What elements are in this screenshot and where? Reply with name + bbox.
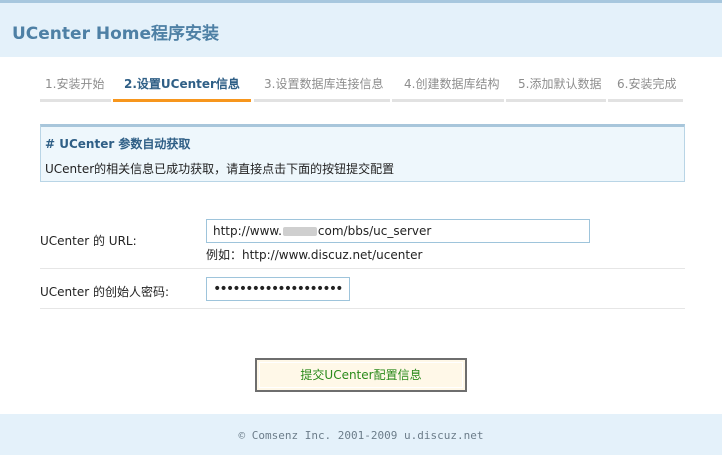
- url-hint: 例如：http://www.discuz.net/ucenter: [206, 248, 423, 262]
- step-2-label: 2.设置UCenter信息: [124, 77, 240, 91]
- step-5: 5.添加默认数据: [506, 72, 606, 102]
- step-4: 4.创建数据库结构: [392, 72, 504, 102]
- install-window: UCenter Home程序安装 1.安装开始 2.设置UCenter信息 3.…: [0, 0, 722, 455]
- row-divider: [40, 268, 685, 269]
- step-4-label: 4.创建数据库结构: [404, 77, 500, 91]
- step-3-label: 3.设置数据库连接信息: [264, 77, 384, 91]
- step-1-underline: [40, 99, 111, 102]
- info-box: # UCenter 参数自动获取 UCenter的相关信息已成功获取，请直接点击…: [40, 124, 685, 182]
- password-label: UCenter 的创始人密码:: [40, 285, 170, 299]
- row-divider: [40, 308, 685, 309]
- password-input[interactable]: ••••••••••••••••••••: [206, 277, 350, 301]
- step-5-underline: [506, 99, 606, 102]
- url-input[interactable]: http://www. com/bbs/uc_server: [206, 219, 590, 243]
- info-title: # UCenter 参数自动获取: [45, 137, 191, 151]
- submit-label: 提交UCenter配置信息: [300, 368, 422, 382]
- step-5-label: 5.添加默认数据: [518, 77, 602, 91]
- step-1-label: 1.安装开始: [45, 77, 105, 91]
- footer: © Comsenz Inc. 2001-2009 u.discuz.net: [0, 414, 722, 455]
- app-title: UCenter Home程序安装: [12, 24, 220, 44]
- url-label: UCenter 的 URL:: [40, 234, 137, 248]
- copyright-text: © Comsenz Inc. 2001-2009 u.discuz.net: [238, 429, 484, 442]
- step-2: 2.设置UCenter信息: [113, 72, 251, 102]
- step-4-underline: [392, 99, 504, 102]
- step-2-underline: [113, 99, 251, 102]
- info-text: UCenter的相关信息已成功获取，请直接点击下面的按钮提交配置: [45, 162, 395, 176]
- step-6: 6.安装完成: [608, 72, 683, 102]
- step-3: 3.设置数据库连接信息: [254, 72, 390, 102]
- url-value-suffix: com/bbs/uc_server: [317, 224, 432, 238]
- step-1: 1.安装开始: [40, 72, 111, 102]
- header-bar: UCenter Home程序安装: [0, 0, 722, 57]
- step-6-underline: [608, 99, 683, 102]
- step-3-underline: [254, 99, 390, 102]
- step-6-label: 6.安装完成: [617, 77, 677, 91]
- redacted-domain: [282, 227, 317, 236]
- step-tabs: 1.安装开始 2.设置UCenter信息 3.设置数据库连接信息 4.创建数据库…: [40, 72, 685, 102]
- url-value-prefix: http://www.: [213, 224, 282, 238]
- submit-config-button[interactable]: 提交UCenter配置信息: [255, 358, 467, 392]
